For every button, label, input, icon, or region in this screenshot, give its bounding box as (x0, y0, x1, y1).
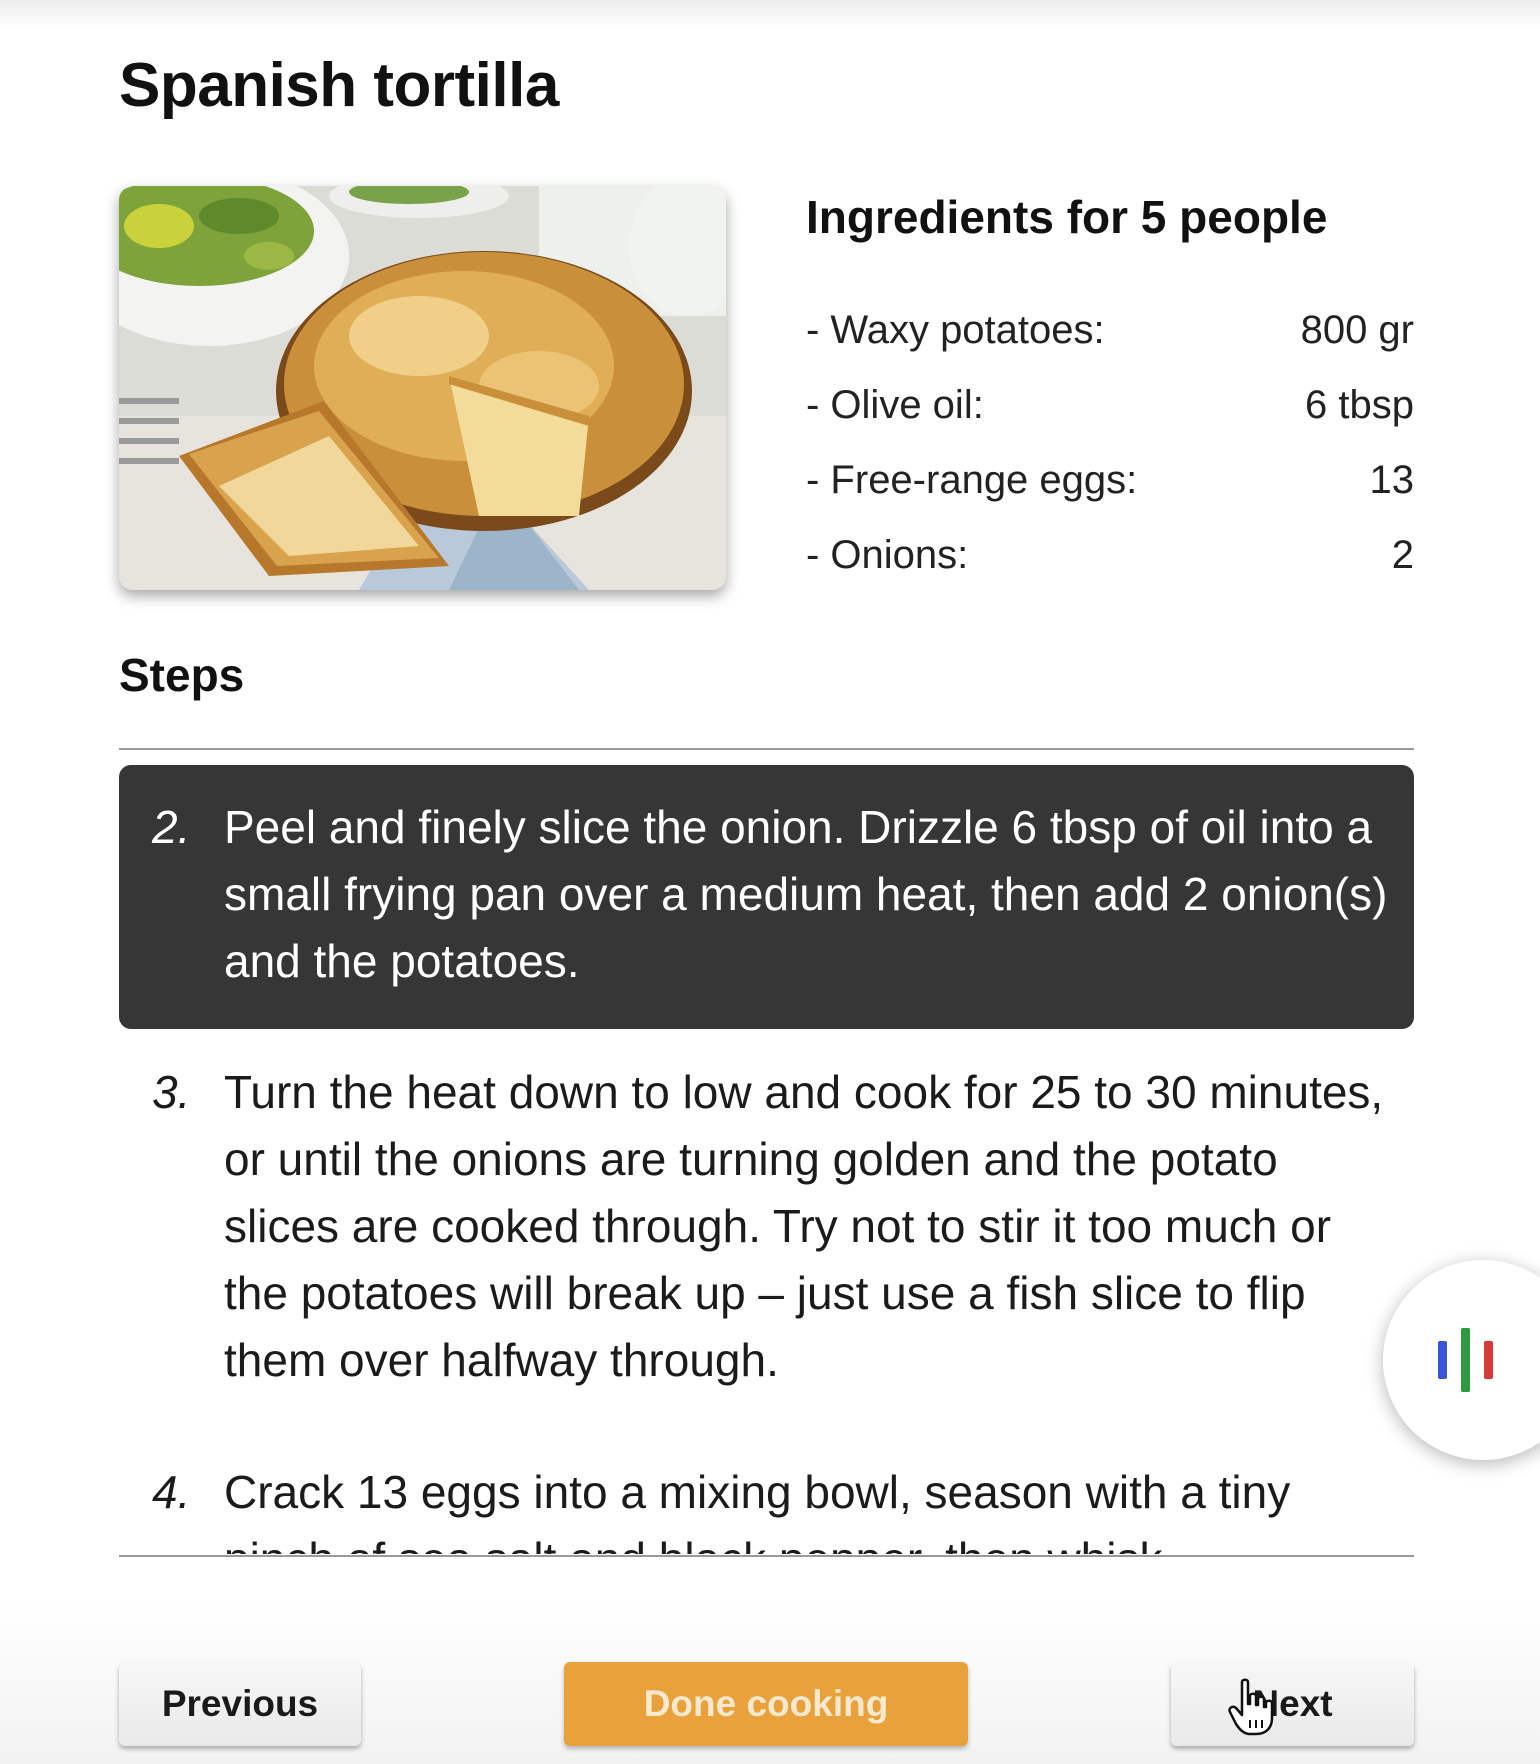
step-item[interactable]: 3. Turn the heat down to low and cook fo… (119, 1059, 1414, 1399)
ingredient-row: - Free-range eggs: 13 (806, 452, 1414, 508)
ingredient-name: - Olive oil: (806, 382, 984, 427)
page-title: Spanish tortilla (119, 51, 559, 120)
ingredient-row: - Olive oil: 6 tbsp (806, 377, 1414, 433)
ingredients-heading: Ingredients for 5 people (806, 191, 1328, 243)
ingredient-name: - Onions: (806, 532, 969, 577)
top-shade (0, 0, 1540, 30)
steps-heading: Steps (119, 649, 245, 701)
step-number: 4. (152, 1466, 191, 1518)
assistant-bar-green (1461, 1328, 1470, 1392)
ingredient-row: - Waxy potatoes: 800 gr (806, 302, 1414, 358)
assistant-bar-red (1484, 1341, 1493, 1379)
ingredient-name: - Waxy potatoes: (806, 307, 1105, 352)
assistant-bar-blue (1438, 1341, 1447, 1379)
steps-list[interactable]: 2. Peel and finely slice the onion. Driz… (119, 750, 1414, 1554)
ingredient-quantity: 13 (1369, 457, 1415, 502)
step-item[interactable]: 4. Crack 13 eggs into a mixing bowl, sea… (119, 1459, 1414, 1554)
ingredient-quantity: 800 gr (1300, 307, 1414, 352)
ingredient-row: - Onions: 2 (806, 527, 1414, 583)
recipe-photo (119, 186, 726, 590)
ingredient-quantity: 6 tbsp (1305, 382, 1414, 427)
step-text: Crack 13 eggs into a mixing bowl, season… (224, 1466, 1291, 1554)
step-item-active[interactable]: 2. Peel and finely slice the onion. Driz… (119, 765, 1414, 1029)
step-text: Peel and finely slice the onion. Drizzle… (224, 801, 1388, 987)
hand-cursor-icon (1228, 1678, 1274, 1736)
steps-bottom-divider (119, 1555, 1414, 1557)
next-button[interactable]: Next (1171, 1662, 1414, 1746)
step-number: 3. (152, 1066, 191, 1118)
previous-button[interactable]: Previous (119, 1662, 361, 1746)
done-cooking-button[interactable]: Done cooking (564, 1662, 968, 1746)
ingredient-quantity: 2 (1391, 532, 1414, 577)
step-text: Turn the heat down to low and cook for 2… (224, 1066, 1384, 1386)
step-number: 2. (152, 801, 191, 853)
ingredient-name: - Free-range eggs: (806, 457, 1138, 502)
